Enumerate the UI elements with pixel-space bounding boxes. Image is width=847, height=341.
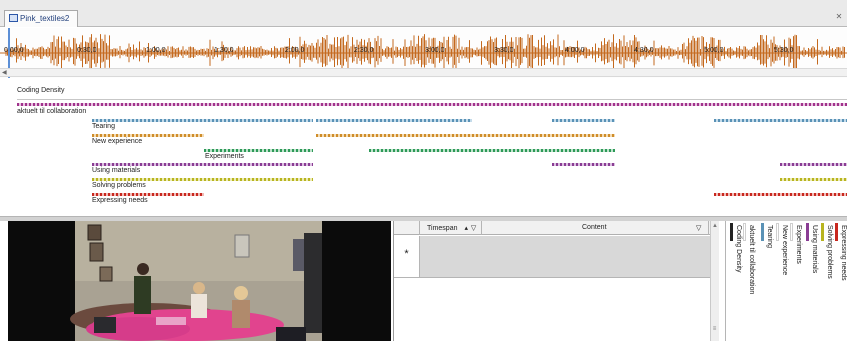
coding-stripe-expressing-needs[interactable] bbox=[92, 193, 204, 196]
coding-stripe-new-experience[interactable] bbox=[316, 134, 615, 137]
column-label-content: Content bbox=[582, 224, 607, 231]
coding-stripe-experiments[interactable] bbox=[369, 149, 615, 152]
coding-stripe-collaboration[interactable] bbox=[17, 103, 847, 106]
node-label-collaboration: aktuelt til collaboration bbox=[17, 108, 87, 115]
video-frame-image bbox=[8, 221, 391, 341]
transcript-grid[interactable]: Timespan ▴ ▽ Content ▽ * ▲ ≡ bbox=[393, 221, 719, 341]
coding-stripe-tearing[interactable] bbox=[552, 119, 615, 122]
coding-stripes-area[interactable]: Coding Density aktuelt til collaboration… bbox=[0, 78, 847, 216]
legend-color-bar bbox=[776, 223, 779, 241]
column-header-timespan[interactable]: Timespan ▴ ▽ bbox=[420, 221, 482, 235]
column-header-content[interactable]: Content ▽ bbox=[482, 221, 709, 235]
transcript-vertical-scrollbar[interactable]: ▲ bbox=[710, 221, 719, 341]
legend-label-experiments: Experiments bbox=[795, 225, 802, 264]
legend-label-solving-problems: Solving problems bbox=[826, 225, 833, 279]
media-file-icon bbox=[9, 14, 18, 22]
time-label: 0:00,0 bbox=[4, 47, 24, 54]
time-label: 5:00,0 bbox=[704, 47, 724, 54]
node-label-new-experience: New experience bbox=[92, 138, 143, 145]
legend-label-tearing: Tearing bbox=[766, 225, 773, 248]
new-row-marker: * bbox=[394, 236, 420, 278]
row-header-column bbox=[394, 221, 420, 235]
legend-color-bar bbox=[743, 223, 746, 241]
time-label: 0:30,0 bbox=[77, 47, 97, 54]
coding-stripe-tearing[interactable] bbox=[92, 119, 313, 122]
node-label-solving-problems: Solving problems bbox=[92, 182, 146, 189]
time-label: 2:00,0 bbox=[285, 47, 305, 54]
coding-stripe-experiments[interactable] bbox=[204, 149, 313, 152]
legend-label-coding-density: Coding Density bbox=[735, 225, 742, 273]
document-tab-bar: Pink_textiles2 ✕ bbox=[0, 0, 847, 27]
legend-color-bar bbox=[835, 223, 838, 241]
coding-stripe-using-materials[interactable] bbox=[552, 163, 615, 166]
node-label-tearing: Tearing bbox=[92, 123, 115, 130]
filter-icon[interactable]: ▽ bbox=[696, 224, 701, 232]
time-label: 1:30,0 bbox=[214, 47, 234, 54]
video-player[interactable] bbox=[8, 221, 391, 341]
legend-color-bar bbox=[761, 223, 764, 241]
coding-stripe-using-materials[interactable] bbox=[92, 163, 313, 166]
legend-color-bar bbox=[806, 223, 809, 241]
coding-stripe-new-experience[interactable] bbox=[92, 134, 204, 137]
legend-label-expressing-needs: Expressing needs bbox=[840, 225, 847, 281]
close-icon[interactable]: ✕ bbox=[834, 12, 844, 22]
coding-stripe-expressing-needs[interactable] bbox=[714, 193, 847, 196]
coding-stripe-tearing[interactable] bbox=[714, 119, 847, 122]
coding-stripe-solving-problems[interactable] bbox=[92, 178, 313, 181]
scroll-up-arrow-icon[interactable]: ▲ bbox=[711, 223, 719, 229]
scrollbar-grip-icon[interactable]: ≡ bbox=[710, 326, 719, 332]
coding-stripe-using-materials[interactable] bbox=[780, 163, 847, 166]
time-label: 3:00,0 bbox=[425, 47, 445, 54]
legend-color-bar bbox=[790, 223, 793, 241]
coding-density-line bbox=[17, 99, 847, 100]
transcript-new-row[interactable] bbox=[394, 236, 714, 278]
time-label: 2:30,0 bbox=[354, 47, 374, 54]
scroll-left-arrow-icon[interactable]: ◀ bbox=[2, 69, 7, 76]
sort-ascending-icon[interactable]: ▴ bbox=[464, 225, 468, 232]
legend-label-new-experience: New experience bbox=[781, 225, 788, 276]
node-label-expressing-needs: Expressing needs bbox=[92, 197, 148, 204]
legend-label-using-materials: Using materials bbox=[811, 225, 818, 274]
transcript-grid-header: Timespan ▴ ▽ Content ▽ bbox=[394, 221, 719, 235]
timeline-horizontal-scrollbar[interactable]: ◀ bbox=[0, 68, 847, 77]
coding-stripe-tearing[interactable] bbox=[316, 119, 472, 122]
coding-density-label: Coding Density bbox=[17, 87, 65, 94]
filter-icon[interactable]: ▽ bbox=[471, 225, 476, 232]
legend-label-collaboration: aktuelt til collaboration bbox=[748, 225, 755, 295]
coding-stripes-legend: Coding Density aktuelt til collaboration… bbox=[725, 221, 847, 341]
node-label-experiments: Experiments bbox=[205, 153, 244, 160]
legend-color-bar bbox=[730, 223, 733, 241]
time-label: 3:30,0 bbox=[494, 47, 514, 54]
time-label: 4:30,0 bbox=[634, 47, 654, 54]
column-label-timespan: Timespan bbox=[427, 225, 458, 232]
node-label-using-materials: Using materials bbox=[92, 167, 141, 174]
time-label: 5:30,0 bbox=[774, 47, 794, 54]
legend-color-bar bbox=[821, 223, 824, 241]
time-label: 4:00,0 bbox=[565, 47, 585, 54]
document-tab-title: Pink_textiles2 bbox=[20, 14, 70, 23]
time-label: 1:00,0 bbox=[146, 47, 166, 54]
coding-stripe-solving-problems[interactable] bbox=[780, 178, 847, 181]
document-tab[interactable]: Pink_textiles2 bbox=[4, 10, 78, 27]
